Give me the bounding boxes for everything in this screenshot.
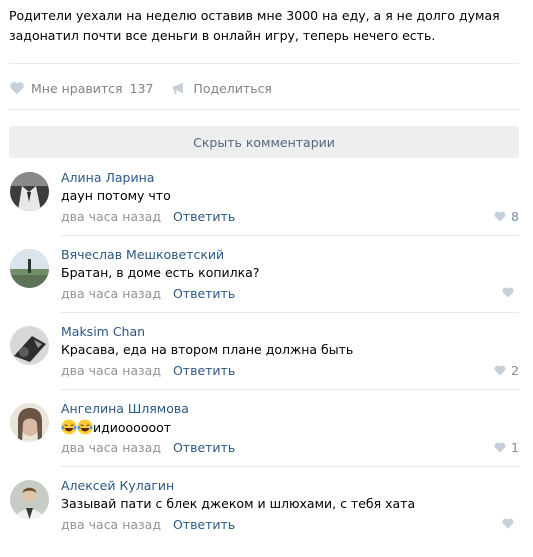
post-text: Родители уехали на неделю оставив мне 30… bbox=[9, 6, 514, 45]
heart-icon bbox=[494, 365, 506, 376]
comment-item: Вячеслав Мешковетский Братан, в доме ест… bbox=[0, 247, 533, 326]
comment-like-button[interactable] bbox=[501, 286, 519, 299]
comment-meta: два часа назад Ответить bbox=[61, 517, 235, 532]
post-divider-top bbox=[9, 63, 519, 64]
comment-like-count: 8 bbox=[511, 209, 519, 224]
comment-like-button[interactable]: 8 bbox=[493, 209, 519, 224]
post-text-line-1: Родители уехали на неделю оставив мне 30… bbox=[9, 8, 500, 23]
comment-like-count: 2 bbox=[511, 363, 519, 378]
comment-text: даун потому что bbox=[61, 188, 171, 203]
comment-like-count: 1 bbox=[511, 440, 519, 455]
comment-meta: два часа назад Ответить bbox=[61, 209, 235, 224]
comment-item: Алина Ларина даун потому что два часа на… bbox=[0, 170, 533, 249]
comment-divider bbox=[61, 312, 519, 313]
comment-text: Братан, в доме есть копилка? bbox=[61, 265, 260, 280]
comment-author[interactable]: Ангелина Шлямова bbox=[61, 401, 189, 416]
comment-like-button[interactable]: 1 bbox=[493, 440, 519, 455]
comment-time[interactable]: два часа назад bbox=[61, 363, 161, 378]
reply-button[interactable]: Ответить bbox=[173, 209, 235, 224]
post-actions-bar: Мне нравится 137 Поделиться bbox=[9, 78, 272, 98]
heart-icon bbox=[494, 442, 506, 453]
comment-item: Ангелина Шлямова идиоооооот два часа наз… bbox=[0, 401, 533, 480]
share-button[interactable]: Поделиться bbox=[171, 80, 272, 96]
comment-author[interactable]: Maksim Chan bbox=[61, 324, 145, 339]
heart-icon bbox=[502, 518, 514, 529]
comment-divider bbox=[61, 235, 519, 236]
comment-text: Зазывай пати с блек джеком и шлюхами, с … bbox=[61, 496, 416, 511]
avatar[interactable] bbox=[10, 249, 49, 288]
avatar[interactable] bbox=[10, 480, 49, 519]
comment-item: Maksim Chan Красава, еда на втором плане… bbox=[0, 324, 533, 403]
comment-meta: два часа назад Ответить bbox=[61, 363, 235, 378]
comment-meta: два часа назад Ответить bbox=[61, 440, 235, 455]
heart-icon bbox=[502, 287, 514, 298]
comment-like-button[interactable]: 2 bbox=[493, 363, 519, 378]
laughing-tears-emoji-icon bbox=[61, 419, 77, 435]
heart-icon bbox=[494, 211, 506, 222]
comment-divider bbox=[61, 466, 519, 467]
like-label: Мне нравится bbox=[31, 80, 123, 96]
comment-divider bbox=[61, 389, 519, 390]
hide-comments-button[interactable]: Скрыть комментарии bbox=[9, 126, 519, 158]
avatar[interactable] bbox=[10, 326, 49, 365]
post-divider-bottom bbox=[9, 109, 519, 110]
comment-time[interactable]: два часа назад bbox=[61, 440, 161, 455]
comment-time[interactable]: два часа назад bbox=[61, 517, 161, 532]
avatar[interactable] bbox=[10, 172, 49, 211]
comment-item: Алексей Кулагин Зазывай пати с блек джек… bbox=[0, 478, 533, 557]
heart-icon bbox=[10, 82, 24, 95]
comment-author[interactable]: Вячеслав Мешковетский bbox=[61, 247, 224, 262]
share-label: Поделиться bbox=[193, 80, 272, 96]
avatar[interactable] bbox=[10, 403, 49, 442]
reply-button[interactable]: Ответить bbox=[173, 440, 235, 455]
comment-author[interactable]: Алина Ларина bbox=[61, 170, 154, 185]
megaphone-icon bbox=[173, 82, 184, 94]
reply-button[interactable]: Ответить bbox=[173, 517, 235, 532]
comment-text: идиоооооот bbox=[61, 419, 171, 435]
comment-text: Красава, еда на втором плане должна быть bbox=[61, 342, 354, 357]
like-button[interactable]: Мне нравится 137 bbox=[9, 80, 153, 96]
comment-text-content: идиоооооот bbox=[93, 420, 172, 435]
reply-button[interactable]: Ответить bbox=[173, 286, 235, 301]
reply-button[interactable]: Ответить bbox=[173, 363, 235, 378]
comment-author[interactable]: Алексей Кулагин bbox=[61, 478, 174, 493]
comment-time[interactable]: два часа назад bbox=[61, 286, 161, 301]
comment-like-button[interactable] bbox=[501, 517, 519, 530]
comment-time[interactable]: два часа назад bbox=[61, 209, 161, 224]
laughing-tears-emoji-icon bbox=[77, 419, 93, 435]
comment-meta: два часа назад Ответить bbox=[61, 286, 235, 301]
like-count: 137 bbox=[129, 80, 154, 96]
post-text-line-2: задонатил почти все деньги в онлайн игру… bbox=[9, 27, 436, 43]
